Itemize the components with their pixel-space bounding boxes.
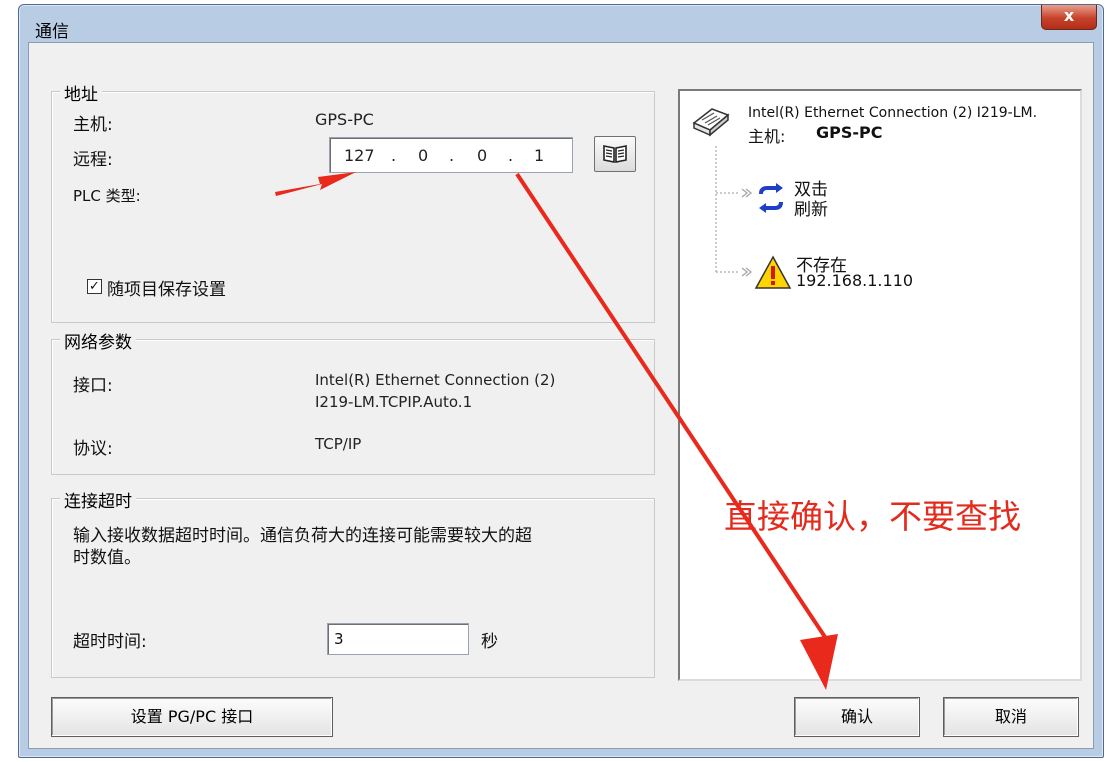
annotation-arrows [275, 172, 838, 690]
arrow-to-ip-field [275, 172, 356, 196]
arrow-to-confirm-button [515, 172, 829, 642]
